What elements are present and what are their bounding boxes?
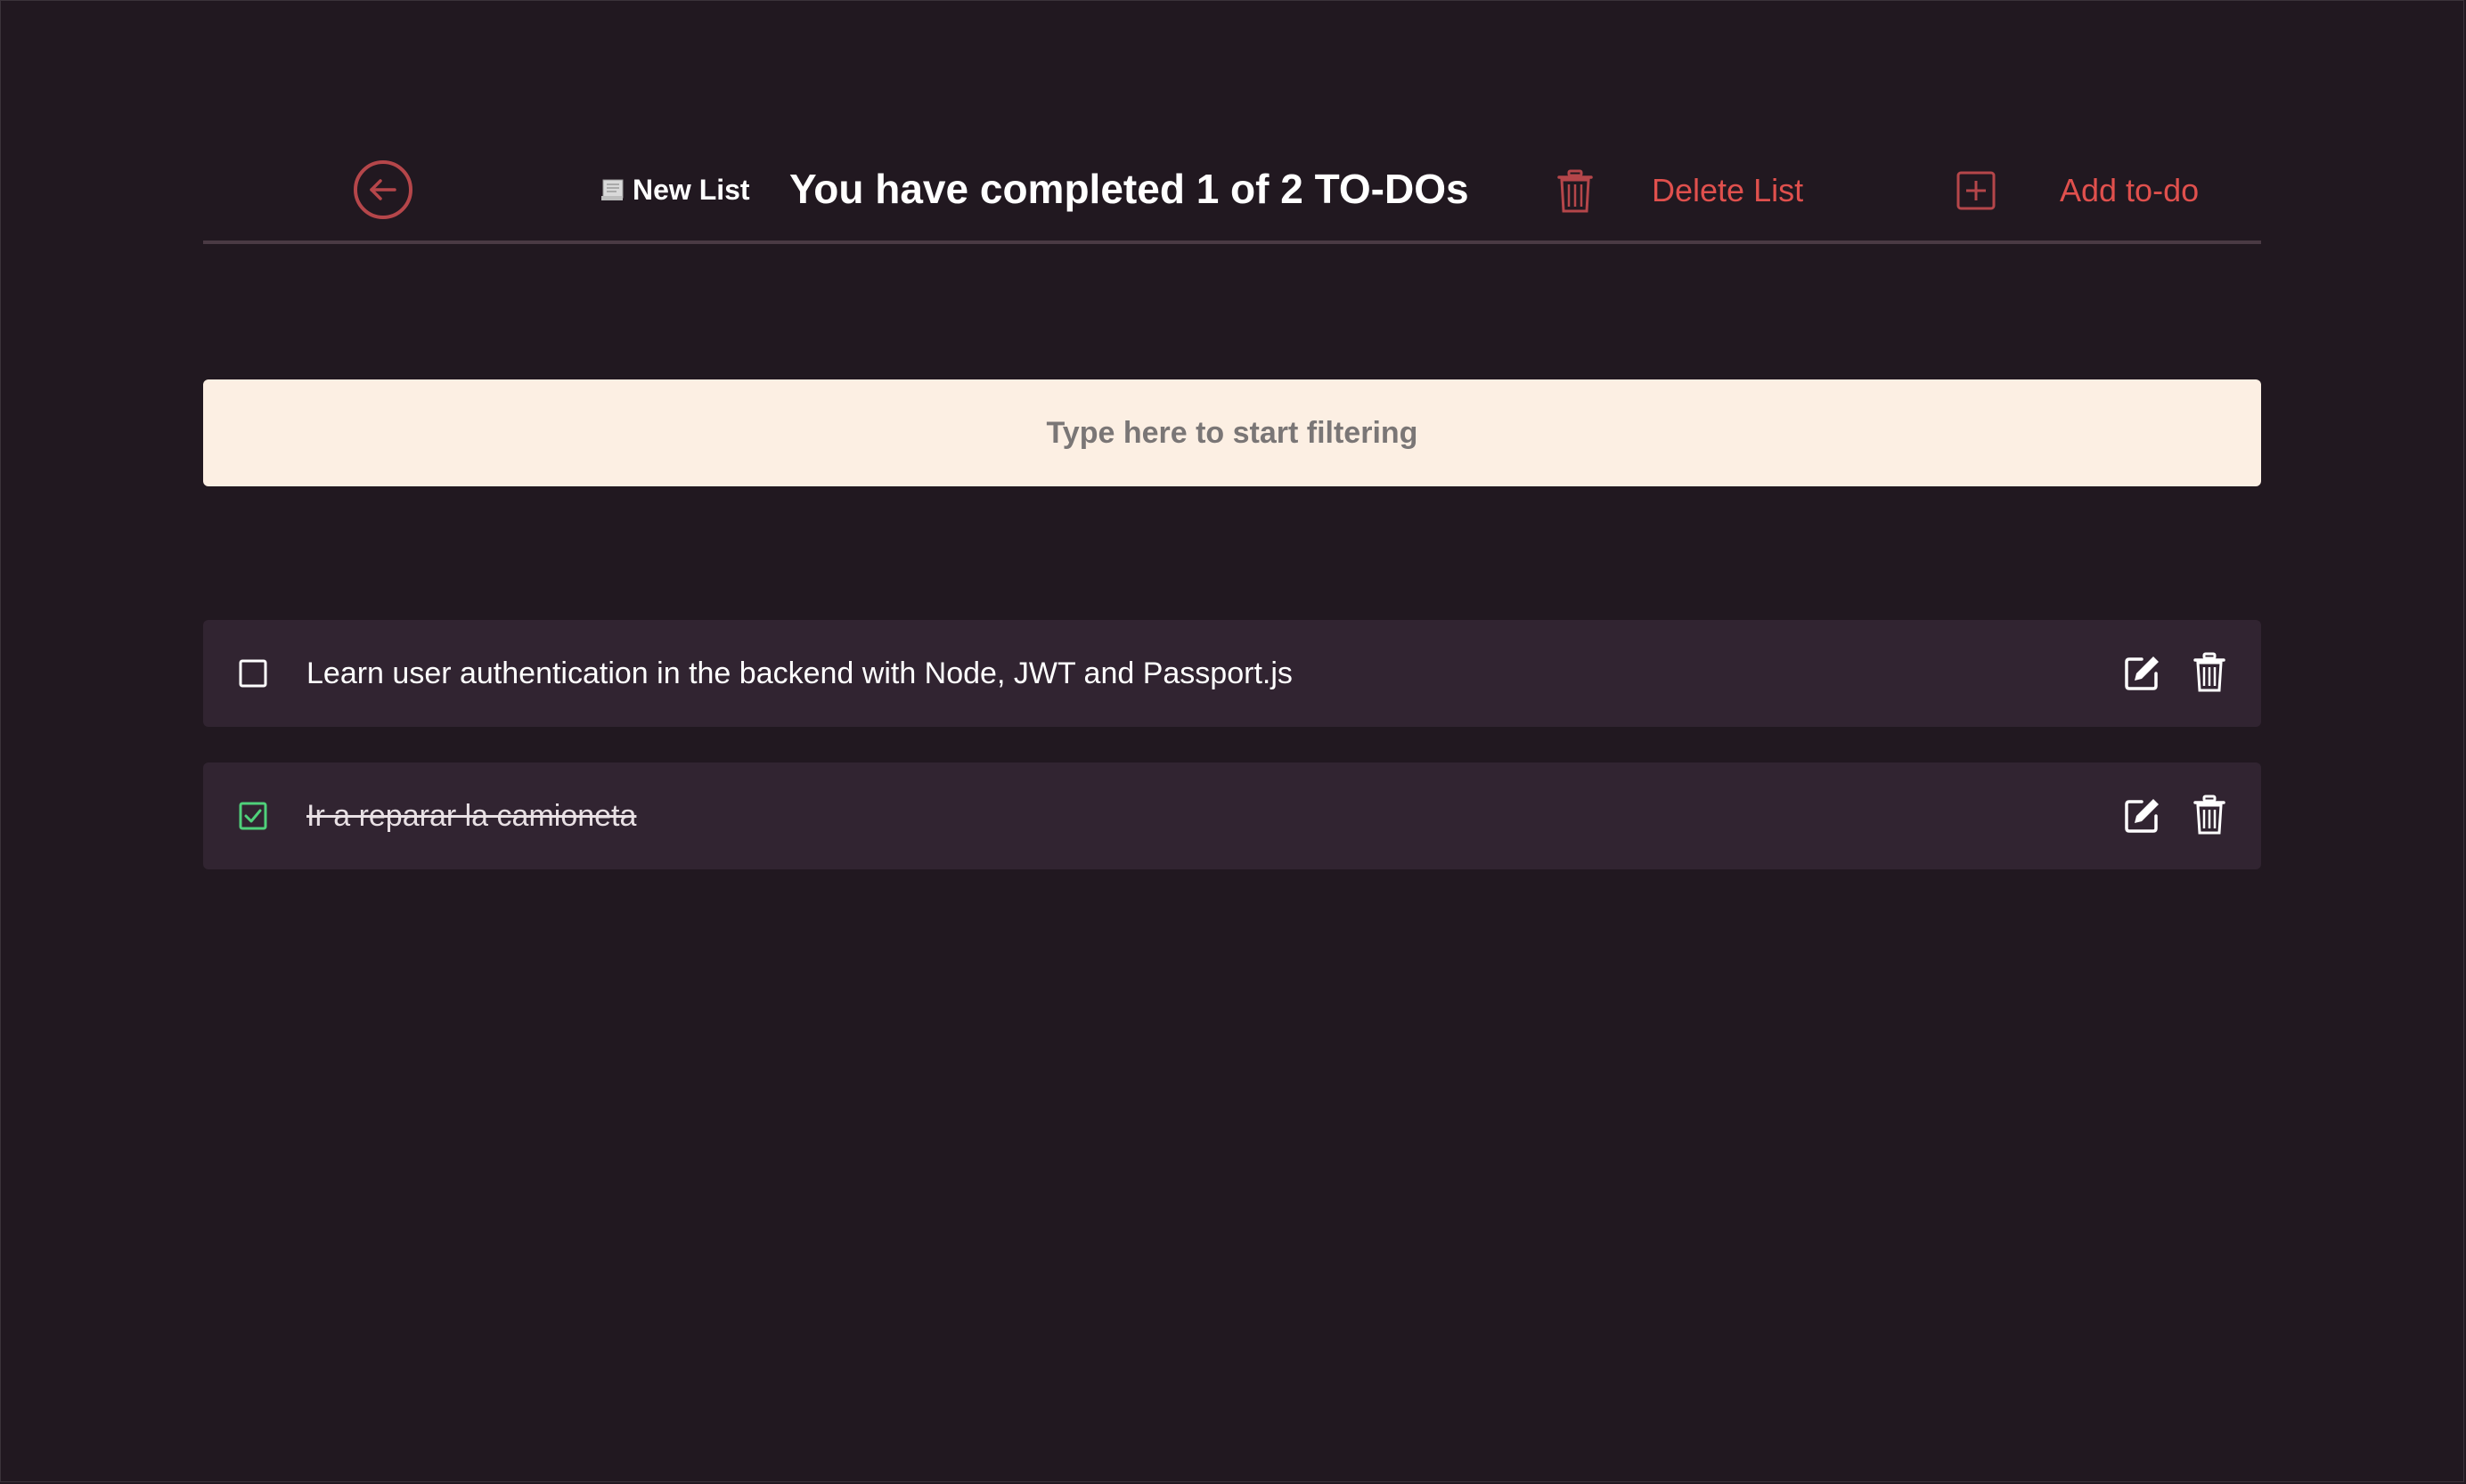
checkbox-checked[interactable] <box>239 802 267 830</box>
page-title: You have completed 1 of 2 TO-DOs <box>789 166 1469 212</box>
todo-text: Learn user authentication in the backend… <box>306 656 1293 690</box>
delete-list-button[interactable]: Delete List <box>1652 167 1803 214</box>
todo-item: Learn user authentication in the backend… <box>203 620 2261 727</box>
list-name: New List <box>600 167 750 212</box>
header: New List You have completed 1 of 2 TO-DO… <box>203 134 2261 244</box>
trash-icon[interactable] <box>1557 169 1593 214</box>
edit-icon[interactable] <box>2124 796 2161 834</box>
edit-icon[interactable] <box>2124 654 2161 691</box>
todo-text: Ir a reparar la camioneta <box>306 799 637 833</box>
checkbox-unchecked[interactable] <box>239 659 267 688</box>
add-todo-button[interactable]: Add to-do <box>2060 167 2199 214</box>
arrow-left-icon <box>370 179 396 200</box>
back-button[interactable] <box>354 160 412 219</box>
plus-square-icon[interactable] <box>1956 171 1996 210</box>
todo-item: Ir a reparar la camioneta <box>203 762 2261 869</box>
trash-icon[interactable] <box>2193 795 2225 836</box>
filter-input[interactable] <box>203 379 2261 486</box>
trash-icon[interactable] <box>2193 652 2225 693</box>
list-name-label: New List <box>633 173 750 206</box>
document-icon <box>601 179 624 200</box>
